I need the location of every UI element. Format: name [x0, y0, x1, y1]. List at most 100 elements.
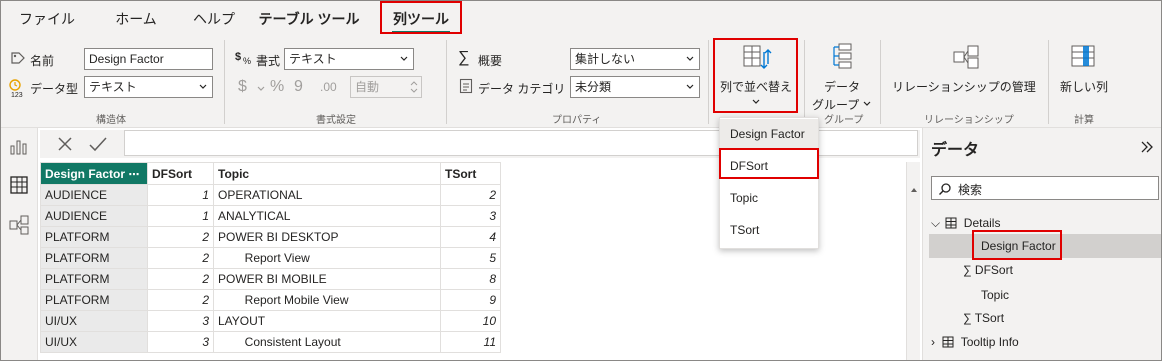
table-view-icon[interactable]	[8, 174, 30, 196]
table-cell[interactable]: UI/UX	[40, 310, 148, 332]
table-cell[interactable]: Report Mobile View	[213, 289, 441, 311]
table-cell[interactable]: PLATFORM	[40, 226, 148, 248]
chevron-down-icon	[863, 101, 871, 106]
dropdown-item-tsort[interactable]: TSort	[720, 215, 818, 245]
table-row[interactable]: UI/UX 3 Consistent Layout 11	[40, 331, 501, 353]
column-header-design-factor[interactable]: Design Factor ⋯	[40, 162, 148, 185]
summary-select[interactable]: 集計しない	[570, 48, 700, 70]
data-category-select[interactable]: 未分類	[570, 76, 700, 98]
dropdown-item-design-factor[interactable]: Design Factor	[720, 119, 818, 149]
table-icon	[945, 217, 957, 229]
table-row[interactable]: PLATFORM 2 Report View 5	[40, 247, 501, 269]
table-cell[interactable]: 4	[440, 226, 501, 248]
chevron-down-icon	[257, 86, 265, 91]
table-cell[interactable]: Report View	[213, 247, 441, 269]
table-cell[interactable]: 10	[440, 310, 501, 332]
percent-button[interactable]: %	[270, 78, 284, 96]
data-groups-icon	[833, 43, 852, 69]
sort-by-column-button[interactable]: 列で並べ替え	[716, 40, 796, 110]
more-options-icon[interactable]: ⋯	[128, 169, 139, 181]
table-cell[interactable]: 3	[440, 205, 501, 227]
table-cell[interactable]: LAYOUT	[213, 310, 441, 332]
chevron-down-icon	[400, 56, 408, 61]
column-header-dfsort[interactable]: DFSort	[147, 162, 214, 185]
table-cell[interactable]: ANALYTICAL	[213, 205, 441, 227]
table-row[interactable]: AUDIENCE 1 OPERATIONAL 2	[40, 184, 501, 206]
table-cell[interactable]: 1	[147, 184, 214, 206]
tab-home[interactable]: ホーム	[100, 6, 172, 32]
sort-by-column-icon	[743, 45, 772, 69]
table-cell[interactable]: 11	[440, 331, 501, 353]
table-cell[interactable]: 3	[147, 331, 214, 353]
dropdown-item-topic[interactable]: Topic	[720, 183, 818, 213]
tab-column-tools[interactable]: 列ツール	[382, 6, 460, 34]
table-row[interactable]: PLATFORM 2 Report Mobile View 9	[40, 289, 501, 311]
table-cell[interactable]: POWER BI DESKTOP	[213, 226, 441, 248]
table-icon	[942, 336, 954, 348]
close-icon[interactable]	[56, 135, 74, 153]
tree-field-dfsort[interactable]: ∑ DFSort	[963, 259, 1013, 281]
collapse-pane-icon[interactable]	[1139, 140, 1155, 154]
tree-field-tsort[interactable]: ∑ TSort	[963, 307, 1004, 329]
decimal-button[interactable]: .00	[320, 80, 337, 94]
table-cell[interactable]: 2	[147, 226, 214, 248]
column-header-tsort[interactable]: TSort	[440, 162, 501, 185]
table-cell[interactable]: 2	[440, 184, 501, 206]
format-select[interactable]: テキスト	[284, 48, 414, 70]
report-view-icon[interactable]	[8, 136, 30, 158]
table-cell[interactable]: 1	[147, 205, 214, 227]
table-row[interactable]: PLATFORM 2 POWER BI DESKTOP 4	[40, 226, 501, 248]
table-row[interactable]: UI/UX 3 LAYOUT 10	[40, 310, 501, 332]
data-groups-button[interactable]: データ グループ	[808, 40, 874, 112]
decimal-places-input[interactable]: 自動	[350, 76, 422, 98]
menu-bar: ファイル ホーム ヘルプ テーブル ツール 列ツール	[0, 0, 1162, 36]
tree-table-details[interactable]: ⌵ Details	[931, 212, 1000, 234]
tree-table-tooltip-info[interactable]: › Tooltip Info	[931, 331, 1019, 353]
table-scrollbar[interactable]	[906, 162, 920, 361]
table-cell[interactable]: 3	[147, 310, 214, 332]
table-cell[interactable]: 9	[440, 289, 501, 311]
svg-text:$: $	[235, 51, 241, 63]
format-icon: $%	[235, 51, 251, 66]
table-cell[interactable]: POWER BI MOBILE	[213, 268, 441, 290]
summary-label: 概要	[478, 54, 503, 68]
table-row[interactable]: PLATFORM 2 POWER BI MOBILE 8	[40, 268, 501, 290]
tab-file[interactable]: ファイル	[10, 6, 84, 32]
currency-button[interactable]: $	[238, 78, 247, 96]
table-cell[interactable]: 8	[440, 268, 501, 290]
table-cell[interactable]: AUDIENCE	[40, 205, 148, 227]
scroll-up-icon[interactable]	[909, 186, 919, 194]
decimal-places-value: 自動	[355, 80, 380, 94]
tree-field-topic[interactable]: Topic	[981, 284, 1009, 306]
table-cell[interactable]: 2	[147, 289, 214, 311]
model-view-icon[interactable]	[8, 214, 30, 236]
table-cell[interactable]: PLATFORM	[40, 247, 148, 269]
table-cell[interactable]: 5	[440, 247, 501, 269]
search-input[interactable]: 検索	[931, 176, 1159, 200]
table-cell[interactable]: PLATFORM	[40, 268, 148, 290]
table-cell[interactable]: PLATFORM	[40, 289, 148, 311]
table-row[interactable]: AUDIENCE 1 ANALYTICAL 3	[40, 205, 501, 227]
table-cell[interactable]: OPERATIONAL	[213, 184, 441, 206]
name-input[interactable]: Design Factor	[84, 48, 213, 70]
spinner-icon	[410, 81, 418, 93]
datatype-select[interactable]: テキスト	[84, 76, 213, 98]
tab-table-tools-label: テーブル ツール	[258, 11, 360, 27]
dropdown-item-dfsort[interactable]: DFSort	[720, 151, 818, 181]
new-column-button[interactable]: 新しい列	[1054, 40, 1114, 110]
table-cell[interactable]: 2	[147, 268, 214, 290]
manage-relationships-icon	[953, 45, 979, 69]
sigma-icon: ∑	[458, 49, 470, 66]
table-cell[interactable]: Consistent Layout	[213, 331, 441, 353]
column-header-topic[interactable]: Topic	[213, 162, 441, 185]
table-cell[interactable]: UI/UX	[40, 331, 148, 353]
table-cell[interactable]: AUDIENCE	[40, 184, 148, 206]
check-icon[interactable]	[88, 135, 108, 153]
tab-table-tools[interactable]: テーブル ツール	[248, 6, 370, 32]
comma-button[interactable]: 9	[294, 78, 303, 96]
ribbon-separator	[224, 40, 225, 124]
tree-field-design-factor[interactable]: Design Factor	[981, 235, 1056, 257]
tab-help[interactable]: ヘルプ	[178, 6, 250, 32]
manage-relationships-button[interactable]: リレーションシップの管理	[888, 40, 1044, 110]
table-cell[interactable]: 2	[147, 247, 214, 269]
